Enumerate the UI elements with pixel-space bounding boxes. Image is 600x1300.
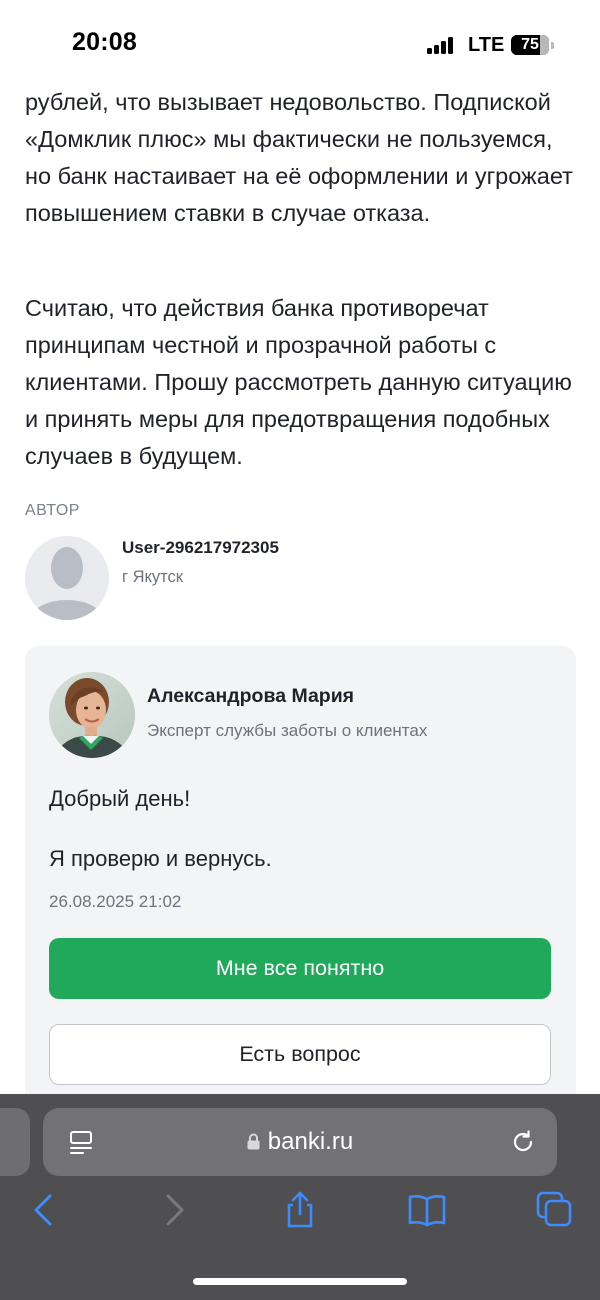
network-type: LTE [468, 34, 505, 56]
expert-name: Александрова Мария [147, 685, 355, 707]
url-text: banki.ru [267, 1128, 354, 1155]
tabs-icon[interactable] [535, 1190, 575, 1230]
battery-icon: 75 [511, 35, 549, 55]
author-city: г Якутск [122, 568, 184, 586]
expert-photo [49, 672, 135, 758]
reply-date: 26.08.2025 21:02 [49, 892, 182, 911]
bank-reply-card: Александрова Мария Эксперт службы заботы… [25, 646, 576, 1116]
reply-message: Добрый день! [49, 786, 191, 811]
browser-bar: banki.ru [0, 1094, 600, 1300]
reload-icon[interactable] [509, 1128, 537, 1156]
understood-button[interactable]: Мне все понятно [49, 938, 551, 999]
battery-percent: 75 [521, 36, 539, 53]
battery-cap [551, 42, 554, 49]
expert-avatar [49, 672, 135, 758]
url-display[interactable]: banki.ru [43, 1128, 557, 1156]
share-icon[interactable] [280, 1190, 320, 1230]
browser-toolbar [0, 1190, 600, 1240]
default-user-icon [29, 547, 105, 620]
author-avatar[interactable] [25, 536, 109, 620]
signal-icon [427, 36, 455, 54]
expert-role: Эксперт службы заботы о клиентах [147, 721, 428, 740]
previous-tab-preview[interactable] [0, 1108, 30, 1176]
have-question-button[interactable]: Есть вопрос [49, 1024, 551, 1085]
reply-message: Я проверю и вернусь. [49, 846, 272, 871]
status-bar: 20:08 LTE 75 [0, 0, 600, 84]
review-paragraph: рублей, что вызывает недовольство. Подпи… [25, 89, 573, 226]
review-paragraph: Считаю, что действия банка противоречат … [25, 295, 572, 469]
home-indicator[interactable] [193, 1278, 407, 1285]
status-time: 20:08 [72, 28, 137, 56]
bookmarks-icon[interactable] [407, 1190, 447, 1230]
lock-icon [247, 1133, 260, 1150]
author-name[interactable]: User-296217972305 [122, 538, 279, 558]
address-bar[interactable]: banki.ru [43, 1108, 557, 1176]
back-icon[interactable] [24, 1190, 64, 1230]
forward-icon[interactable] [154, 1190, 194, 1230]
author-label: АВТОР [25, 502, 80, 519]
